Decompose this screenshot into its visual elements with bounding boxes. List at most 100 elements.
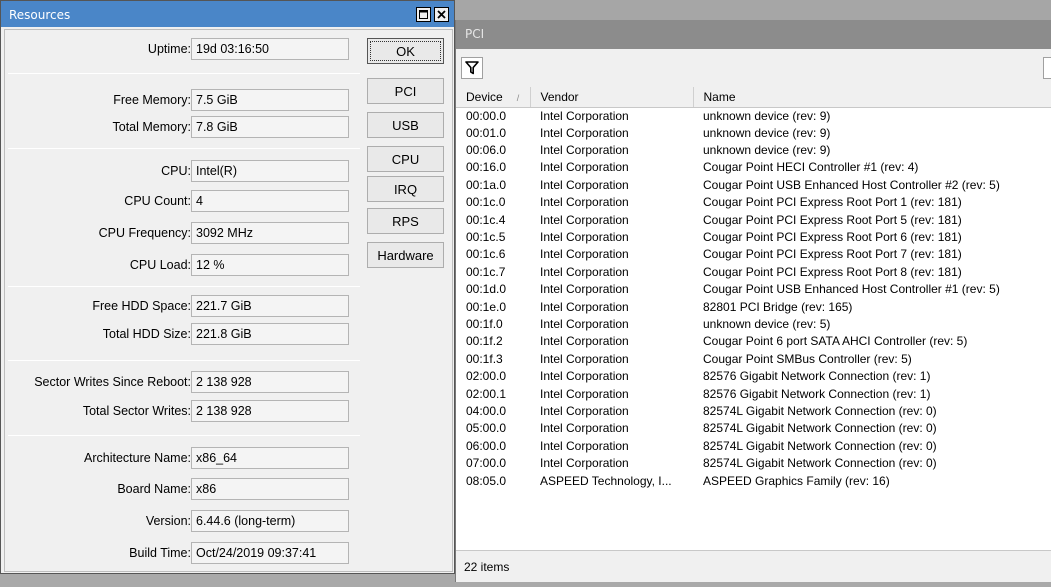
cell-name: 82576 Gigabit Network Connection (rev: 1… [703, 386, 931, 401]
cell-name: Cougar Point PCI Express Root Port 8 (re… [703, 264, 962, 279]
total-sector-writes-label: Total Sector Writes: [82, 404, 191, 418]
field-row-total-sector-writes: Total Sector Writes: 2 138 928 [5, 400, 357, 422]
status-bar: 22 items [456, 550, 1051, 582]
table-row[interactable]: 00:06.0 Intel Corporation unknown device (… [456, 142, 1051, 159]
table-row[interactable]: 00:1c.4 Intel Corporation Cougar Point PCI… [456, 211, 1051, 228]
pci-window-title[interactable]: PCI [456, 20, 1051, 49]
rps-button[interactable]: RPS [367, 208, 444, 234]
table-row[interactable]: 00:1c.6 Intel Corporation Cougar Point PCI… [456, 246, 1051, 263]
pci-table-area: Device / Vendor Name 00:00.0 Intel Corpora… [456, 87, 1051, 547]
cell-device: 05:00.0 [466, 421, 507, 436]
table-row[interactable]: 00:1c.7 Intel Corporation Cougar Point PCI… [456, 264, 1051, 281]
find-input[interactable] [1043, 57, 1051, 79]
table-row[interactable]: 00:1e.0 Intel Corporation 82801 PCI Bridge… [456, 298, 1051, 315]
table-row[interactable]: 00:1c.0 Intel Corporation Cougar Point PCI… [456, 194, 1051, 211]
ok-button[interactable]: OK [367, 38, 444, 64]
irq-button[interactable]: IRQ [367, 176, 444, 202]
table-row[interactable]: 00:1f.3 Intel Corporation Cougar Point SMB… [456, 351, 1051, 368]
column-header-vendor[interactable]: Vendor [530, 87, 694, 108]
field-row-uptime: Uptime: 19d 03:16:50 [5, 38, 357, 60]
free-hdd-space-label: Free HDD Space: [92, 299, 191, 313]
table-row[interactable]: 00:00.0 Intel Corporation unknown device (… [456, 107, 1051, 125]
cell-vendor: Intel Corporation [540, 421, 629, 436]
filter-icon [465, 61, 479, 75]
table-row[interactable]: 00:1c.5 Intel Corporation Cougar Point PCI… [456, 229, 1051, 246]
cell-vendor: Intel Corporation [540, 247, 629, 262]
cpu-frequency-label: CPU Frequency: [98, 226, 191, 240]
table-row[interactable]: 06:00.0 Intel Corporation 82574L Gigabit N… [456, 438, 1051, 455]
close-button[interactable] [434, 7, 449, 22]
pci-table: Device / Vendor Name 00:00.0 Intel Corpora… [456, 87, 1051, 490]
table-row[interactable]: 05:00.0 Intel Corporation 82574L Gigabit N… [456, 420, 1051, 437]
table-row[interactable]: 02:00.1 Intel Corporation 82576 Gigabit Ne… [456, 385, 1051, 402]
cell-name: Cougar Point USB Enhanced Host Controlle… [703, 282, 1000, 297]
table-row[interactable]: 04:00.0 Intel Corporation 82574L Gigabit N… [456, 403, 1051, 420]
field-row-cpu-count: CPU Count: 4 [5, 190, 357, 212]
column-header-name[interactable]: Name [693, 87, 1051, 108]
table-row[interactable]: 07:00.0 Intel Corporation 82574L Gigabit N… [456, 455, 1051, 472]
table-row[interactable]: 00:1f.2 Intel Corporation Cougar Point 6 p… [456, 333, 1051, 350]
resources-window: Resources Uptime: 19d 03:16:50 Free Memory… [0, 0, 455, 574]
architecture-name-value[interactable]: x86_64 [191, 447, 349, 469]
filter-button[interactable] [461, 57, 483, 79]
cpu-value[interactable]: Intel(R) [191, 160, 349, 182]
cell-device: 07:00.0 [466, 456, 507, 471]
table-row[interactable]: 00:1d.0 Intel Corporation Cougar Point USB… [456, 281, 1051, 298]
cell-name: Cougar Point USB Enhanced Host Controlle… [703, 177, 1000, 192]
cell-device: 00:1c.0 [466, 195, 506, 210]
table-row[interactable]: 00:16.0 Intel Corporation Cougar Point HEC… [456, 159, 1051, 176]
field-row-build-time: Build Time: Oct/24/2019 09:37:41 [5, 542, 357, 564]
column-header-device[interactable]: Device / [456, 87, 531, 108]
field-row-cpu-load: CPU Load: 12 % [5, 254, 357, 276]
table-row[interactable]: 00:1a.0 Intel Corporation Cougar Point USB… [456, 177, 1051, 194]
cpu-load-value[interactable]: 12 % [191, 254, 349, 276]
board-name-value[interactable]: x86 [191, 478, 349, 500]
desktop-strip [455, 0, 1051, 20]
version-value[interactable]: 6.44.6 (long-term) [191, 510, 349, 532]
cell-vendor: Intel Corporation [540, 403, 629, 418]
cell-device: 06:00.0 [466, 438, 507, 453]
cell-vendor: Intel Corporation [540, 108, 629, 123]
sector-writes-since-reboot-value[interactable]: 2 138 928 [191, 371, 349, 393]
total-hdd-size-value[interactable]: 221.8 GiB [191, 323, 349, 345]
hardware-button[interactable]: Hardware [367, 242, 444, 268]
cell-device: 00:1f.3 [466, 351, 503, 366]
table-row[interactable]: 00:01.0 Intel Corporation unknown device (… [456, 125, 1051, 142]
table-row[interactable]: 08:05.0 ASPEED Technology, I... ASPEED Gra… [456, 472, 1051, 489]
build-time-value[interactable]: Oct/24/2019 09:37:41 [191, 542, 349, 564]
table-row[interactable]: 02:00.0 Intel Corporation 82576 Gigabit Ne… [456, 368, 1051, 385]
table-row[interactable]: 00:1f.0 Intel Corporation unknown device (… [456, 316, 1051, 333]
total-sector-writes-value[interactable]: 2 138 928 [191, 400, 349, 422]
cell-name: Cougar Point 6 port SATA AHCI Controller… [703, 334, 968, 349]
cell-vendor: Intel Corporation [540, 230, 629, 245]
free-hdd-space-value[interactable]: 221.7 GiB [191, 295, 349, 317]
uptime-value[interactable]: 19d 03:16:50 [191, 38, 349, 60]
cell-name: 82574L Gigabit Network Connection (rev: … [703, 438, 937, 453]
resources-titlebar[interactable]: Resources [1, 1, 454, 27]
build-time-label: Build Time: [129, 546, 191, 560]
cpu-count-value[interactable]: 4 [191, 190, 349, 212]
total-memory-value[interactable]: 7.8 GiB [191, 116, 349, 138]
cell-name: 82801 PCI Bridge (rev: 165) [703, 299, 853, 314]
cell-vendor: Intel Corporation [540, 282, 629, 297]
total-hdd-size-label: Total HDD Size: [102, 327, 191, 341]
cell-name: Cougar Point PCI Express Root Port 5 (re… [703, 212, 962, 227]
usb-button[interactable]: USB [367, 112, 444, 138]
version-label: Version: [145, 514, 191, 528]
cell-name: unknown device (rev: 9) [703, 108, 831, 123]
field-row-cpu-frequency: CPU Frequency: 3092 MHz [5, 222, 357, 244]
pci-button[interactable]: PCI [367, 78, 444, 104]
cell-device: 00:1c.5 [466, 230, 506, 245]
free-memory-value[interactable]: 7.5 GiB [191, 89, 349, 111]
cpu-frequency-value[interactable]: 3092 MHz [191, 222, 349, 244]
minimize-icon [419, 10, 428, 19]
cpu-button[interactable]: CPU [367, 146, 444, 172]
field-row-total-memory: Total Memory: 7.8 GiB [5, 116, 357, 138]
cell-vendor: Intel Corporation [540, 369, 629, 384]
maximize-button[interactable] [416, 7, 431, 22]
cell-vendor: Intel Corporation [540, 160, 629, 175]
cell-device: 08:05.0 [466, 473, 507, 488]
cell-device: 02:00.1 [466, 386, 507, 401]
cell-name: unknown device (rev: 5) [703, 316, 831, 331]
table-header: Device / Vendor Name [456, 87, 1051, 108]
